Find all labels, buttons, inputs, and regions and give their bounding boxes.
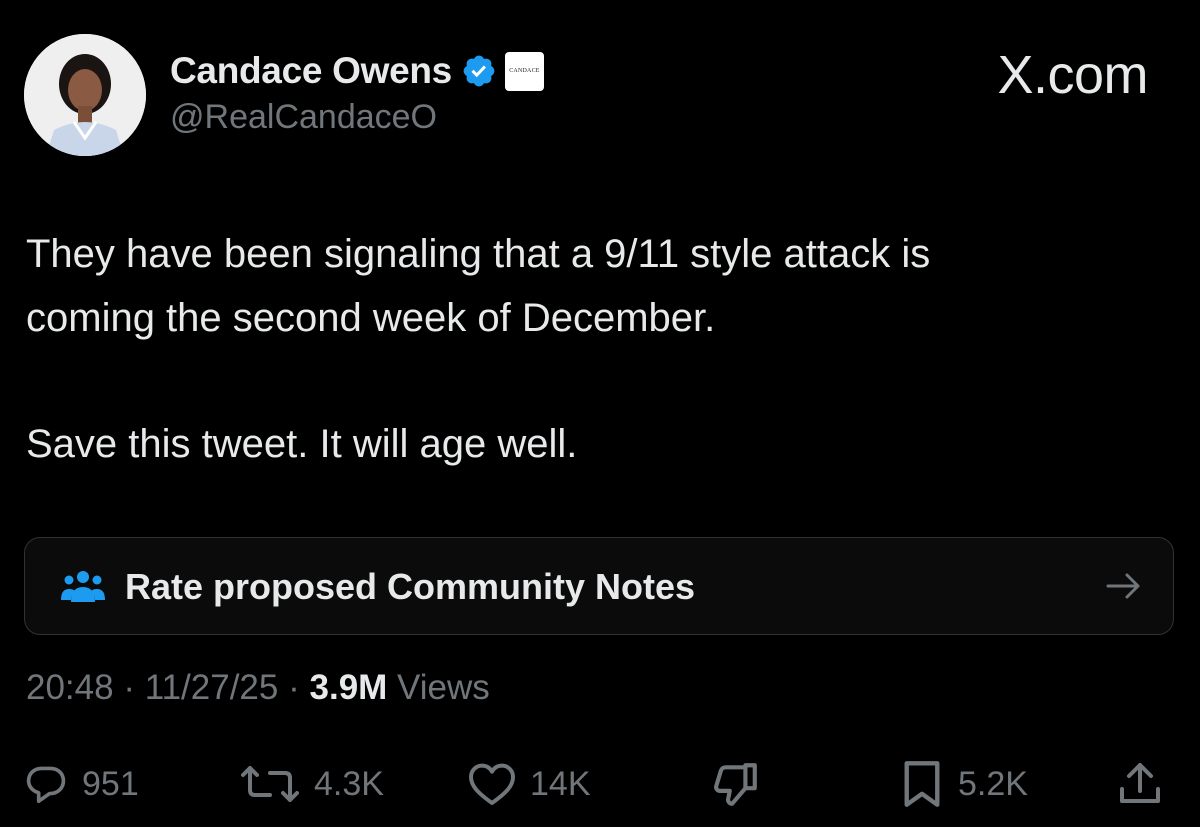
reply-button[interactable]: 951 <box>24 752 139 816</box>
affiliate-badge[interactable]: CANDACE <box>504 51 544 91</box>
share-icon <box>1116 759 1164 809</box>
views-count: 3.9M <box>309 668 388 707</box>
watermark: X.com <box>997 45 1148 105</box>
heart-icon <box>468 762 516 806</box>
share-button[interactable] <box>1116 752 1164 816</box>
reply-icon <box>24 762 68 806</box>
like-count: 14K <box>530 764 591 803</box>
repost-button[interactable]: 4.3K <box>240 752 384 816</box>
repost-icon <box>240 762 300 806</box>
author-handle[interactable]: @RealCandaceO <box>170 98 437 137</box>
tweet-line-3: Save this tweet. It will age well. <box>26 422 578 466</box>
tweet-text: They have been signaling that a 9/11 sty… <box>26 222 1156 476</box>
community-notes-button[interactable]: Rate proposed Community Notes <box>24 537 1174 635</box>
affiliate-badge-text: CANDACE <box>509 68 540 74</box>
community-notes-label: Rate proposed Community Notes <box>125 566 696 607</box>
action-bar: 951 4.3K 14K 5.2K <box>0 752 1200 822</box>
meta-separator: · <box>123 668 135 707</box>
tweet-time[interactable]: 20:48 <box>26 668 114 707</box>
tweet-date[interactable]: 11/27/25 <box>145 668 279 707</box>
tweet-meta: 20:48 · 11/27/25 · 3.9M Views <box>26 668 490 708</box>
meta-separator: · <box>288 668 300 707</box>
author-name-row: Candace Owens CANDACE <box>170 46 544 96</box>
like-button[interactable]: 14K <box>468 752 591 816</box>
tweet-line-2: coming the second week of December. <box>26 296 716 340</box>
views-label: Views <box>397 668 490 707</box>
arrow-right-icon <box>1105 568 1143 604</box>
bookmark-icon <box>900 760 944 808</box>
verified-badge-icon[interactable] <box>461 53 497 89</box>
reply-count: 951 <box>82 764 139 803</box>
downvote-icon <box>710 759 760 809</box>
dislike-button[interactable] <box>710 752 760 816</box>
bookmark-button[interactable]: 5.2K <box>900 752 1028 816</box>
tweet: Candace Owens CANDACE @RealCandaceO X.co… <box>0 0 1200 827</box>
people-icon <box>61 568 105 604</box>
avatar[interactable] <box>24 34 146 156</box>
bookmark-count: 5.2K <box>958 764 1028 803</box>
tweet-line-1: They have been signaling that a 9/11 sty… <box>26 232 931 276</box>
repost-count: 4.3K <box>314 764 384 803</box>
display-name[interactable]: Candace Owens <box>170 50 452 92</box>
